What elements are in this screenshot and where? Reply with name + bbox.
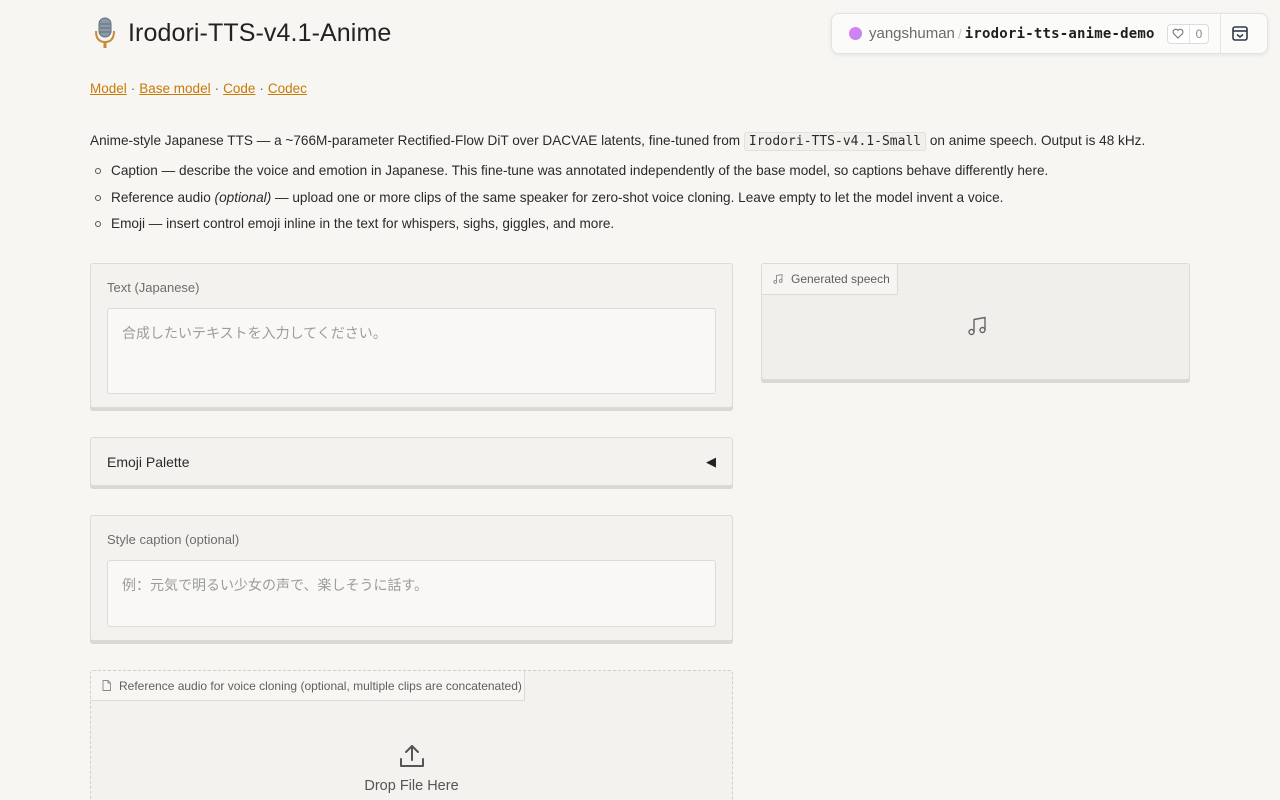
page-title: Irodori-TTS-v4.1-Anime <box>128 18 392 47</box>
bullet-lead: Caption <box>111 163 158 178</box>
reference-audio-upload[interactable]: Reference audio for voice cloning (optio… <box>90 670 733 800</box>
bullet-lead: Reference audio <box>111 189 215 205</box>
generated-speech-panel: Generated speech <box>761 263 1190 380</box>
like-button[interactable]: 0 <box>1166 23 1210 44</box>
drop-file-text: Drop File Here <box>364 778 459 794</box>
list-item: Reference audio (optional) — upload one … <box>94 189 1048 216</box>
codec-link[interactable]: Codec <box>268 81 307 96</box>
bullet-text: — insert control emoji inline in the tex… <box>145 216 615 231</box>
base-model-link[interactable]: Base model <box>139 81 210 96</box>
description-prefix: Anime-style Japanese TTS — a ~766M-param… <box>90 133 741 148</box>
list-item: Caption — describe the voice and emotion… <box>94 162 1049 189</box>
usage-notes: Caption — describe the voice and emotion… <box>94 162 1049 242</box>
list-item: Emoji — insert control emoji inline in t… <box>94 215 1048 242</box>
generated-speech-label-tag: Generated speech <box>762 264 898 295</box>
emoji-palette-accordion[interactable]: Emoji Palette ◀ <box>90 437 733 486</box>
audio-placeholder-icon <box>968 316 986 336</box>
heart-icon <box>1168 24 1190 43</box>
bullet-lead: Emoji <box>111 216 145 231</box>
collapse-arrow-icon[interactable]: ◀ <box>706 454 716 470</box>
path-separator: / <box>957 25 962 42</box>
base-model-code: Irodori-TTS-v4.1-Small <box>743 132 927 151</box>
style-caption-panel: Style caption (optional) 例：元気で明るい少女の声で、楽… <box>90 515 733 641</box>
like-count: 0 <box>1195 26 1203 41</box>
generated-speech-label: Generated speech <box>791 272 890 286</box>
space-header-badge: yangshuman / irodori-tts-anime-demo 0 <box>831 13 1268 54</box>
bullet-italic: (optional) <box>214 189 272 205</box>
bullet-text: — describe the voice and emotion in Japa… <box>157 163 1049 178</box>
resource-links: Model · Base model · Code · Codec <box>90 81 307 96</box>
style-caption-label: Style caption (optional) <box>107 532 240 547</box>
text-input-label: Text (Japanese) <box>107 280 200 295</box>
link-separator: · <box>259 81 264 96</box>
page-header: Irodori-TTS-v4.1-Anime <box>90 16 391 50</box>
text-input-panel: Text (Japanese) 合成したいテキストを入力してください。 <box>90 263 733 408</box>
embed-icon <box>1232 26 1248 41</box>
upload-icon <box>399 745 424 767</box>
style-caption-field[interactable]: 例：元気で明るい少女の声で、楽しそうに話す。 <box>107 560 716 627</box>
emoji-palette-label: Emoji Palette <box>107 453 190 470</box>
model-description: Anime-style Japanese TTS — a ~766M-param… <box>90 131 1190 152</box>
space-repo-link[interactable]: irodori-tts-anime-demo <box>965 26 1155 42</box>
link-separator: · <box>214 81 220 96</box>
space-owner-link[interactable]: yangshuman <box>869 25 955 42</box>
description-suffix: on anime speech. Output is 48 kHz. <box>929 133 1146 148</box>
reference-audio-label-tag: Reference audio for voice cloning (optio… <box>91 671 525 701</box>
bullet-text: — upload one or more clips of the same s… <box>271 189 1004 205</box>
embed-button[interactable] <box>1221 14 1258 53</box>
model-link[interactable]: Model <box>90 81 127 96</box>
file-icon <box>102 680 111 691</box>
microphone-icon <box>95 17 115 48</box>
link-separator: · <box>130 81 136 96</box>
user-avatar[interactable] <box>849 27 862 40</box>
file-drop-zone[interactable]: Drop File Here <box>91 743 732 794</box>
music-note-icon <box>773 274 783 284</box>
code-link[interactable]: Code <box>223 81 255 96</box>
reference-audio-label: Reference audio for voice cloning (optio… <box>119 678 522 693</box>
text-input-field[interactable]: 合成したいテキストを入力してください。 <box>107 308 716 394</box>
